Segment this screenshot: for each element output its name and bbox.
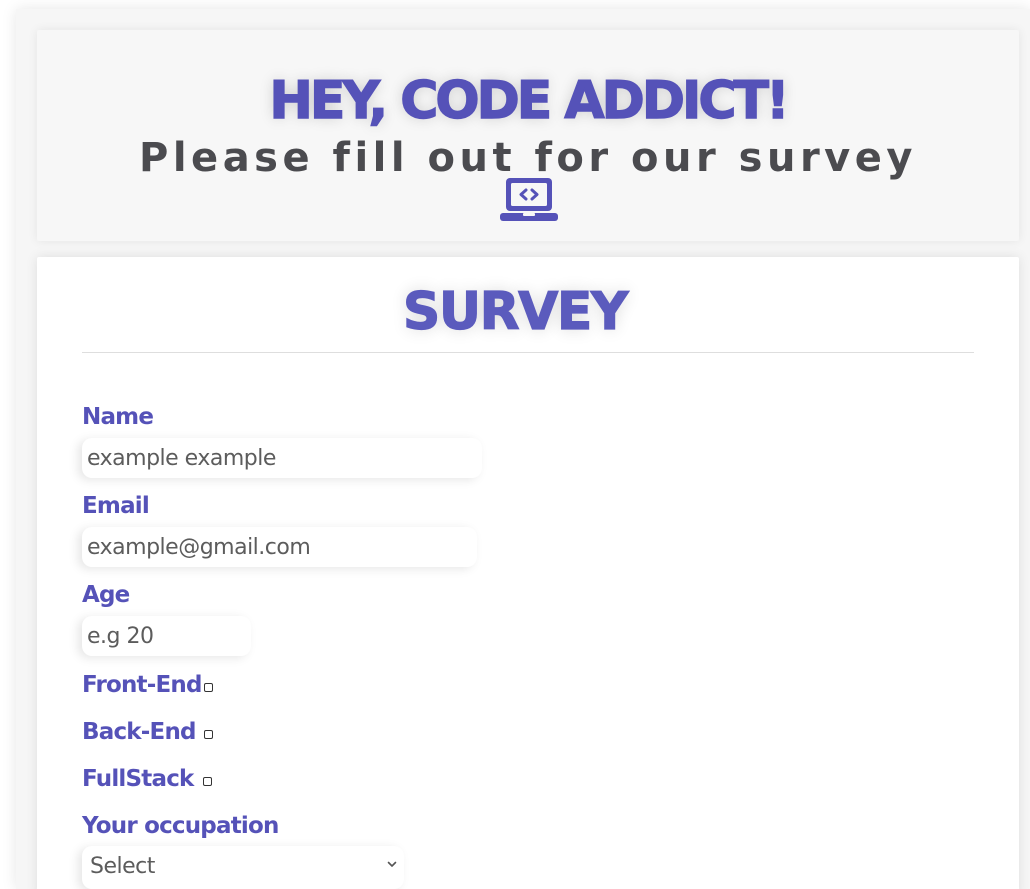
- name-label: Name: [82, 404, 154, 430]
- email-input[interactable]: [82, 527, 477, 567]
- name-input[interactable]: [82, 438, 482, 478]
- age-input[interactable]: [82, 616, 251, 656]
- title-divider: [82, 352, 974, 353]
- email-label: Email: [82, 493, 150, 519]
- fullstack-label: FullStack: [82, 766, 194, 792]
- occupation-select[interactable]: Select: [82, 846, 404, 889]
- age-label: Age: [82, 582, 130, 608]
- occupation-label: Your occupation: [82, 813, 279, 839]
- front-end-checkbox[interactable]: [204, 683, 213, 692]
- occupation-select-value: Select: [90, 854, 155, 879]
- fullstack-checkbox[interactable]: [203, 777, 212, 786]
- back-end-checkbox[interactable]: [204, 730, 213, 739]
- back-end-label: Back-End: [82, 719, 196, 745]
- laptop-code-icon: [500, 178, 558, 221]
- survey-title: SURVEY: [402, 281, 629, 342]
- chevron-down-icon: [387, 861, 397, 867]
- header-title: HEY, CODE ADDICT!: [269, 70, 791, 131]
- front-end-label: Front-End: [82, 672, 202, 698]
